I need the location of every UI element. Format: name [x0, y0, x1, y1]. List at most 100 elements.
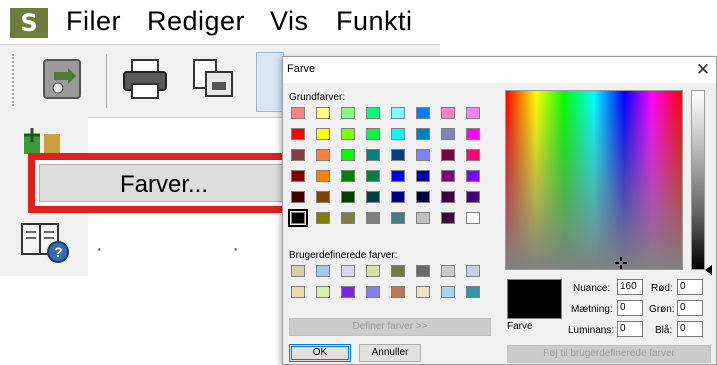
- add-custom-color-button[interactable]: Føj til brugerdefinerede farver: [507, 345, 711, 363]
- menu-rediger[interactable]: Rediger: [147, 6, 245, 37]
- cancel-button[interactable]: Annuller: [359, 344, 421, 362]
- luminance-arrow-icon[interactable]: [705, 265, 712, 275]
- color-swatch[interactable]: [416, 170, 430, 182]
- dialog-title: Farve: [287, 63, 316, 75]
- color-swatch[interactable]: [366, 265, 380, 277]
- color-swatch[interactable]: [291, 107, 305, 119]
- color-swatch[interactable]: [466, 191, 480, 203]
- color-swatch[interactable]: [341, 170, 355, 182]
- toolbar-separator: [106, 54, 107, 108]
- color-swatch[interactable]: [291, 286, 305, 298]
- color-swatch[interactable]: [391, 191, 405, 203]
- color-swatch[interactable]: [366, 128, 380, 140]
- color-swatch[interactable]: [291, 128, 305, 140]
- color-swatch[interactable]: [416, 128, 430, 140]
- color-swatch[interactable]: [366, 149, 380, 161]
- close-icon[interactable]: ✕: [693, 60, 713, 80]
- color-swatch[interactable]: [391, 212, 405, 224]
- color-swatch[interactable]: [366, 107, 380, 119]
- color-swatch[interactable]: [441, 191, 455, 203]
- color-swatch[interactable]: [466, 170, 480, 182]
- menu-vis[interactable]: Vis: [270, 6, 309, 37]
- color-dialog: Farve ✕ Grundfarver: Brugerdefinerede fa…: [282, 56, 717, 365]
- define-custom-colors-button[interactable]: Definer farver >>: [289, 318, 491, 336]
- color-swatch[interactable]: [366, 212, 380, 224]
- toolbar-grip[interactable]: [12, 54, 18, 106]
- color-swatch[interactable]: [291, 265, 305, 277]
- color-swatch[interactable]: [416, 149, 430, 161]
- svg-text:?: ?: [54, 244, 63, 260]
- color-swatch[interactable]: [441, 149, 455, 161]
- color-swatch[interactable]: [391, 149, 405, 161]
- color-swatch[interactable]: [441, 170, 455, 182]
- color-swatch[interactable]: [316, 191, 330, 203]
- color-swatch[interactable]: [316, 107, 330, 119]
- color-swatch[interactable]: [416, 212, 430, 224]
- custom-colors-grid: [291, 265, 491, 309]
- color-swatch[interactable]: [341, 212, 355, 224]
- color-swatch[interactable]: [441, 128, 455, 140]
- color-swatch[interactable]: [391, 170, 405, 182]
- color-swatch[interactable]: [466, 128, 480, 140]
- menu-bar: S Filer Rediger Vis Funkti: [0, 0, 440, 44]
- color-swatch[interactable]: [391, 128, 405, 140]
- green-input[interactable]: 0: [677, 300, 703, 316]
- color-swatch[interactable]: [341, 149, 355, 161]
- color-swatch[interactable]: [441, 107, 455, 119]
- red-input[interactable]: 0: [677, 279, 703, 295]
- color-swatch[interactable]: [316, 128, 330, 140]
- color-swatch[interactable]: [416, 107, 430, 119]
- color-swatch[interactable]: [441, 286, 455, 298]
- color-swatch[interactable]: [316, 170, 330, 182]
- color-swatch[interactable]: [391, 107, 405, 119]
- color-swatch[interactable]: [366, 286, 380, 298]
- copy-icon[interactable]: [188, 54, 238, 104]
- custom-colors-label: Brugerdefinerede farver:: [289, 250, 398, 261]
- blue-input[interactable]: 0: [677, 321, 703, 337]
- color-swatch[interactable]: [316, 212, 330, 224]
- color-swatch[interactable]: [366, 191, 380, 203]
- color-swatch[interactable]: [416, 265, 430, 277]
- menu-item-farver-label: Farver...: [120, 171, 209, 198]
- color-swatch[interactable]: [466, 149, 480, 161]
- color-swatch[interactable]: [341, 128, 355, 140]
- luminance-input[interactable]: 0: [617, 321, 643, 337]
- printer-icon[interactable]: [120, 54, 170, 104]
- color-swatch[interactable]: [316, 265, 330, 277]
- saturation-input[interactable]: 0: [617, 300, 643, 316]
- color-swatch[interactable]: [291, 149, 305, 161]
- color-swatch[interactable]: [391, 265, 405, 277]
- app-logo: S: [10, 8, 48, 38]
- color-swatch[interactable]: [341, 191, 355, 203]
- menu-filer[interactable]: Filer: [66, 6, 121, 37]
- color-swatch[interactable]: [341, 286, 355, 298]
- color-swatch[interactable]: [441, 212, 455, 224]
- color-swatch[interactable]: [341, 265, 355, 277]
- hue-input[interactable]: 160: [617, 279, 643, 295]
- ok-button[interactable]: OK: [289, 344, 351, 362]
- color-swatch[interactable]: [391, 286, 405, 298]
- color-swatch[interactable]: [466, 286, 480, 298]
- color-swatch[interactable]: [441, 265, 455, 277]
- saturation-label: Mætning:: [571, 304, 613, 315]
- basic-colors-grid: [288, 107, 491, 237]
- menu-funktioner[interactable]: Funkti: [336, 6, 413, 37]
- color-swatch[interactable]: [416, 286, 430, 298]
- luminance-slider[interactable]: [691, 90, 705, 270]
- color-swatch[interactable]: [288, 209, 308, 227]
- color-swatch[interactable]: [316, 149, 330, 161]
- color-swatch[interactable]: [466, 107, 480, 119]
- crosshair-icon[interactable]: [615, 257, 627, 269]
- toolbar-button-active[interactable]: [256, 52, 284, 112]
- color-spectrum[interactable]: [505, 90, 683, 270]
- color-swatch[interactable]: [466, 212, 480, 224]
- color-swatch[interactable]: [466, 265, 480, 277]
- color-swatch[interactable]: [366, 170, 380, 182]
- recycle-icon[interactable]: [38, 54, 88, 104]
- color-swatch[interactable]: [291, 191, 305, 203]
- color-swatch[interactable]: [341, 107, 355, 119]
- color-swatch[interactable]: [316, 286, 330, 298]
- help-book-icon[interactable]: ?: [20, 220, 70, 270]
- color-swatch[interactable]: [416, 191, 430, 203]
- color-swatch[interactable]: [291, 170, 305, 182]
